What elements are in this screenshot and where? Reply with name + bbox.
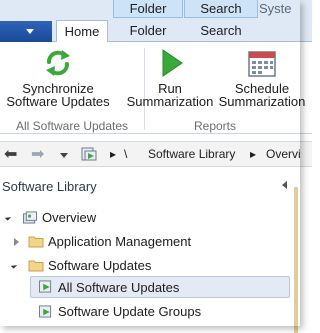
context-tab-folder-tools[interactable]: Folder Tools	[113, 0, 183, 33]
pane-edge	[294, 187, 298, 333]
forward-arrow-icon[interactable]: ➡	[31, 147, 44, 163]
window-title: Syste	[259, 1, 292, 16]
tree-item-software-updates[interactable]: Software Updates	[0, 255, 290, 277]
calendar-schedule-icon	[248, 51, 276, 77]
folder-icon	[28, 236, 44, 248]
software-updates-icon	[39, 305, 52, 318]
schedule-summarization-button[interactable]: Schedule Summarization	[214, 48, 310, 108]
tab-folder[interactable]: Folder	[113, 20, 183, 42]
history-dropdown-icon[interactable]	[60, 153, 68, 158]
console-window: Folder Tools Search Tools Syste Home Fol…	[0, 0, 312, 333]
breadcrumb-overview[interactable]: Overvi	[266, 148, 301, 161]
sched-label-line2: Summarization	[218, 94, 306, 109]
breadcrumb-separator: ▸	[250, 147, 257, 161]
ribbon-panel: Synchronize Software Updates Run Summari…	[0, 42, 312, 134]
tree-item-application-management[interactable]: Application Management	[0, 231, 290, 253]
ribbon-tab-row: Home Folder Search	[0, 20, 312, 43]
pane-title: Software Library	[2, 179, 97, 194]
tree-label: Software Updates	[48, 258, 152, 273]
breadcrumb-root[interactable]: \	[124, 148, 127, 161]
run-play-icon	[162, 49, 183, 77]
tree-item-overview[interactable]: Overview	[0, 207, 290, 229]
expanded-arrow-icon[interactable]	[4, 214, 12, 221]
pane-header: Software Library	[0, 179, 298, 197]
navigation-bar: ⬅ ➡ ▸ \ Software Library ▸ Overvi	[0, 141, 312, 167]
software-updates-icon	[39, 280, 52, 293]
tree-label: Overview	[42, 210, 97, 225]
collapsed-arrow-icon[interactable]	[14, 238, 19, 246]
synchronize-software-updates-button[interactable]: Synchronize Software Updates	[4, 48, 112, 108]
tab-home[interactable]: Home	[56, 20, 108, 43]
tree-item-all-software-updates[interactable]: All Software Updates	[0, 277, 290, 299]
ribbon-group-label-all-software-updates: All Software Updates	[15, 119, 129, 133]
back-arrow-icon[interactable]: ⬅	[4, 147, 17, 163]
context-tab-search-tools[interactable]: Search Tools	[184, 0, 258, 33]
tree-label: Software Update Groups	[58, 304, 202, 319]
breadcrumb-separator: ▸	[110, 147, 117, 161]
navigation-pane: Software Library Overview Application Ma…	[0, 171, 298, 333]
sync-label-line2: Software Updates	[6, 94, 110, 109]
file-menu-arrow-icon	[26, 29, 34, 34]
run-summarization-button[interactable]: Run Summarization	[124, 48, 216, 108]
collapse-pane-icon[interactable]	[282, 181, 287, 189]
overview-icon	[23, 211, 37, 224]
expanded-arrow-icon[interactable]	[10, 262, 18, 269]
ribbon-group-label-reports: Reports	[193, 119, 237, 133]
tree-label: Application Management	[48, 234, 192, 249]
context-tab-strip: Folder Tools Search Tools Syste	[0, 0, 312, 33]
run-label-line2: Summarization	[126, 94, 214, 109]
sync-arrows-icon	[46, 50, 70, 76]
folder-icon	[28, 260, 44, 272]
breadcrumb-software-library[interactable]: Software Library	[148, 148, 235, 161]
tab-search[interactable]: Search	[184, 20, 258, 42]
tree-item-software-update-groups[interactable]: Software Update Groups	[0, 301, 290, 323]
file-menu-button[interactable]	[0, 21, 52, 42]
home-node-icon[interactable]	[81, 146, 97, 162]
tree-label: All Software Updates	[58, 280, 180, 295]
